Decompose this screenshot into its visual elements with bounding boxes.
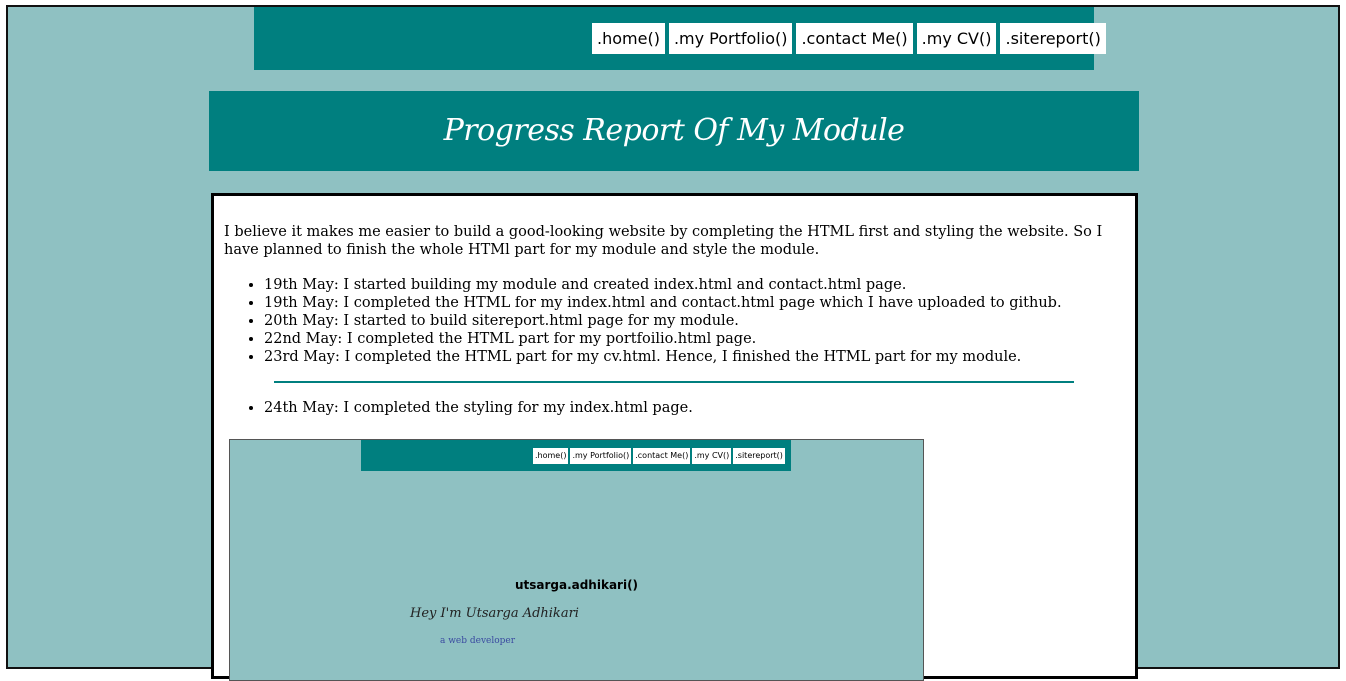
screenshot-greeting: Hey I'm Utsarga Adhikari xyxy=(410,606,579,621)
list-item: 19th May: I completed the HTML for my in… xyxy=(264,294,1062,312)
progress-list: 19th May: I started building my module a… xyxy=(224,276,1062,366)
list-item: 24th May: I completed the styling for my… xyxy=(264,399,693,417)
index-page-screenshot: .home() .my Portfolio() .contact Me() .m… xyxy=(229,439,924,681)
nav-portfolio-button[interactable]: .my Portfolio() xyxy=(668,23,793,54)
nav-home-button[interactable]: .home() xyxy=(592,23,665,54)
styling-progress-list: 24th May: I completed the styling for my… xyxy=(224,399,693,417)
page-title: Progress Report Of My Module xyxy=(443,113,905,148)
nav-contact-button[interactable]: .contact Me() xyxy=(796,23,913,54)
screenshot-nav-item: .sitereport() xyxy=(733,448,785,464)
screenshot-role: a web developer xyxy=(440,636,516,646)
screenshot-nav-item: .contact Me() xyxy=(633,448,691,464)
divider xyxy=(274,381,1074,383)
list-item: 20th May: I started to build sitereport.… xyxy=(264,312,1062,330)
screenshot-nav-item: .my Portfolio() xyxy=(570,448,632,464)
nav-sitereport-button[interactable]: .sitereport() xyxy=(1000,23,1106,54)
page-frame: .home() .my Portfolio() .contact Me() .m… xyxy=(6,5,1340,681)
top-nav: .home() .my Portfolio() .contact Me() .m… xyxy=(254,7,1106,70)
screenshot-name: utsarga.adhikari() xyxy=(514,578,639,592)
nav-menu: .home() .my Portfolio() .contact Me() .m… xyxy=(592,23,1106,54)
screenshot-nav-item: .home() xyxy=(533,448,569,464)
list-item: 19th May: I started building my module a… xyxy=(264,276,1062,294)
list-item: 22nd May: I completed the HTML part for … xyxy=(264,330,1062,348)
nav-cv-button[interactable]: .my CV() xyxy=(916,23,997,54)
intro-paragraph: I believe it makes me easier to build a … xyxy=(224,224,1103,258)
list-item: 23rd May: I completed the HTML part for … xyxy=(264,348,1062,366)
report-content: I believe it makes me easier to build a … xyxy=(211,193,1138,681)
screenshot-nav-item: .my CV() xyxy=(692,448,732,464)
page-banner: Progress Report Of My Module xyxy=(209,91,1139,171)
screenshot-nav: .home() .my Portfolio() .contact Me() .m… xyxy=(361,440,791,471)
